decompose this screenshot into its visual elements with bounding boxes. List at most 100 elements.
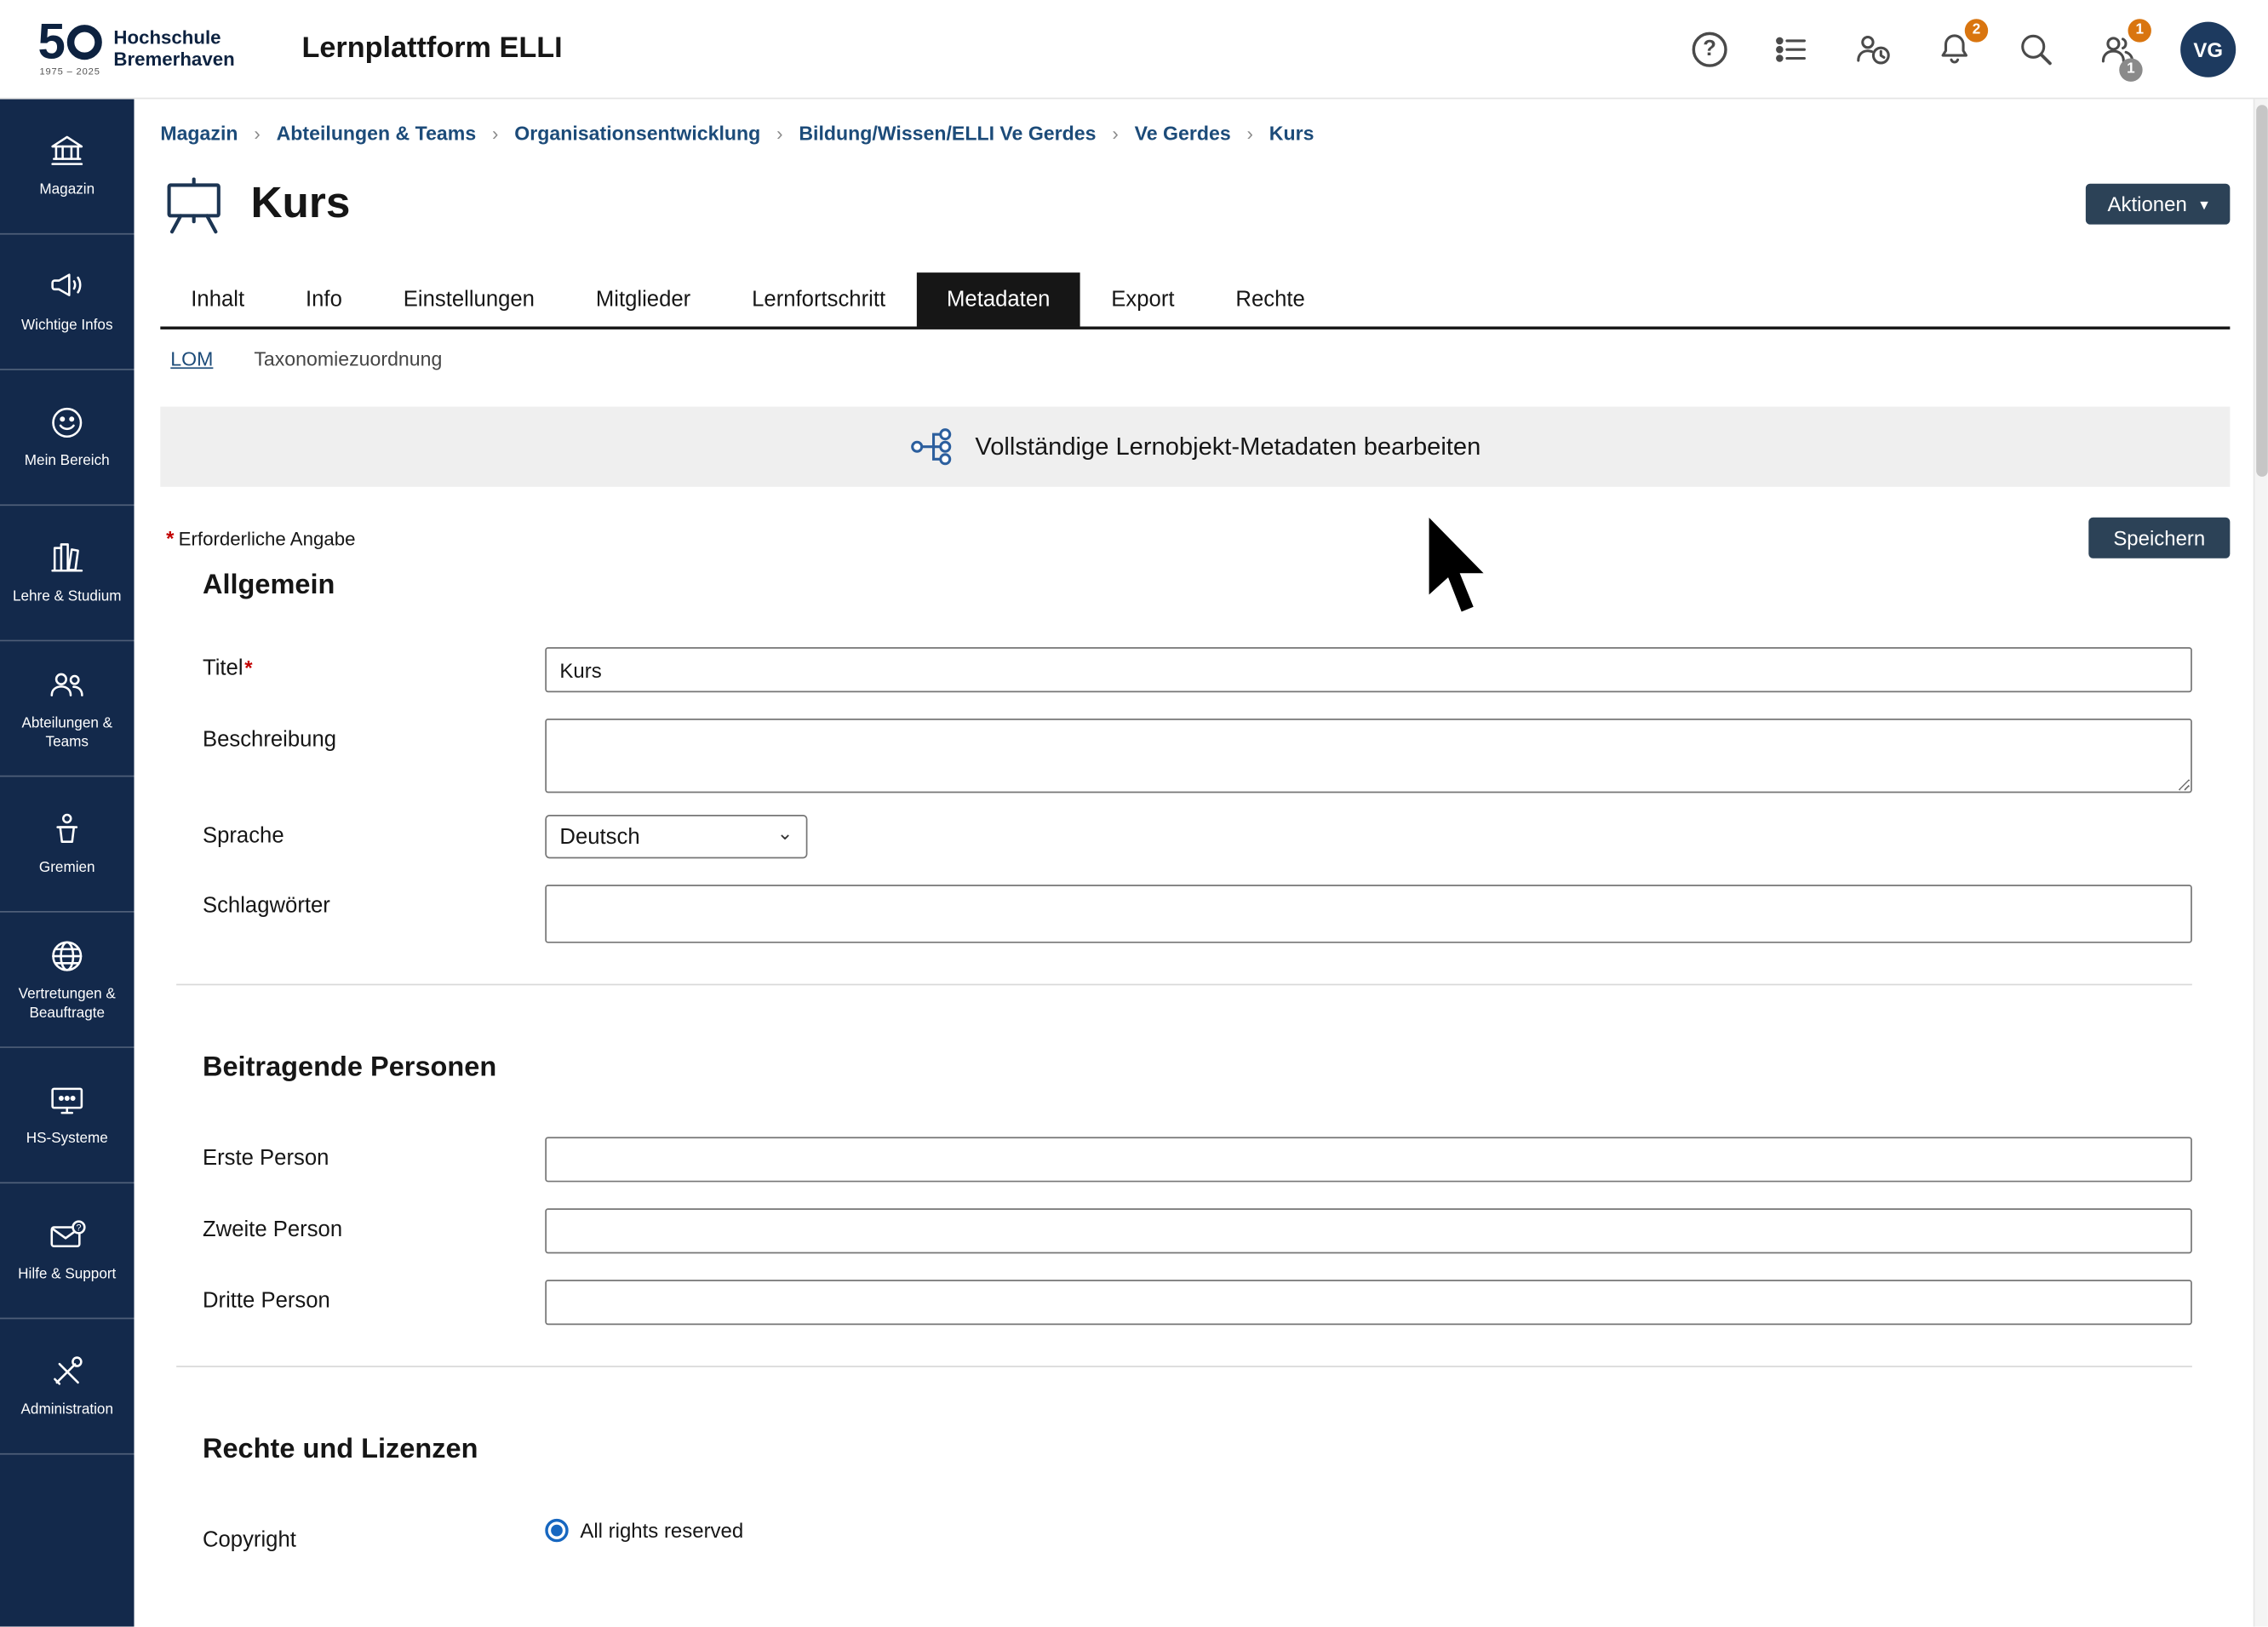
full-metadata-banner[interactable]: Vollständige Lernobjekt-Metadaten bearbe… bbox=[160, 407, 2230, 487]
form-row-erste-person: Erste Person bbox=[203, 1137, 2192, 1182]
zweite-person-input[interactable] bbox=[545, 1208, 2192, 1253]
university-logo[interactable]: 5 1975 – 2025 Hochschule Bremerhaven bbox=[38, 20, 235, 77]
vertical-scrollbar[interactable] bbox=[2254, 99, 2268, 1626]
sidebar-item-label: Magazin bbox=[39, 180, 94, 199]
subtab-lom[interactable]: LOM bbox=[170, 348, 213, 370]
save-button[interactable]: Speichern bbox=[2088, 518, 2230, 559]
notification-badge: 2 bbox=[1965, 18, 1988, 41]
sidebar-item-mein-bereich[interactable]: Mein Bereich bbox=[0, 370, 135, 506]
breadcrumb: Magazin › Abteilungen & Teams › Organisa… bbox=[160, 123, 2230, 145]
chevron-right-icon: › bbox=[1247, 123, 1253, 145]
schlagwoerter-label: Schlagwörter bbox=[203, 885, 545, 918]
sidebar-item-vertretungen[interactable]: Vertretungen & Beauftragte bbox=[0, 913, 135, 1048]
sidebar-item-label: Hilfe & Support bbox=[18, 1265, 116, 1284]
sprache-select[interactable]: Deutsch ⌄ bbox=[545, 815, 807, 858]
required-asterisk: * bbox=[166, 526, 174, 549]
header-icon-bar: ? 2 bbox=[1691, 21, 2236, 77]
tab-inhalt[interactable]: Inhalt bbox=[160, 272, 275, 326]
breadcrumb-link[interactable]: Abteilungen & Teams bbox=[277, 123, 477, 145]
metadata-form: Allgemein Titel* Beschreibung Sprache bbox=[160, 570, 2230, 1552]
online-badge-top: 1 bbox=[2128, 18, 2151, 41]
sidebar-item-magazin[interactable]: Magazin bbox=[0, 99, 135, 234]
user-clock-icon[interactable] bbox=[1854, 30, 1893, 68]
breadcrumb-link[interactable]: Ve Gerdes bbox=[1135, 123, 1231, 145]
sidebar-item-gremien[interactable]: Gremien bbox=[0, 776, 135, 912]
full-metadata-link: Vollständige Lernobjekt-Metadaten bearbe… bbox=[975, 433, 1480, 461]
page-title-row: Kurs Aktionen ▾ bbox=[160, 174, 2230, 235]
people-icon bbox=[48, 666, 86, 704]
titel-label: Titel* bbox=[203, 647, 545, 680]
chevron-right-icon: › bbox=[1112, 123, 1118, 145]
tab-einstellungen[interactable]: Einstellungen bbox=[373, 272, 565, 326]
chevron-right-icon: › bbox=[776, 123, 782, 145]
sidebar-item-label: Gremien bbox=[39, 858, 95, 877]
form-row-beschreibung: Beschreibung bbox=[203, 719, 2192, 800]
online-users-icon[interactable]: 1 1 bbox=[2099, 30, 2137, 68]
sidebar-item-hs-systeme[interactable]: HS-Systeme bbox=[0, 1048, 135, 1183]
sprache-label: Sprache bbox=[203, 815, 545, 848]
form-row-zweite-person: Zweite Person bbox=[203, 1208, 2192, 1253]
required-note-row: * Erforderliche Angabe Speichern bbox=[160, 518, 2230, 559]
app-window: 5 1975 – 2025 Hochschule Bremerhaven Ler… bbox=[0, 0, 2268, 1627]
tab-rechte[interactable]: Rechte bbox=[1205, 272, 1335, 326]
help-icon[interactable]: ? bbox=[1691, 30, 1729, 68]
caret-down-icon: ▾ bbox=[2200, 195, 2208, 214]
logo-zero-ring bbox=[67, 25, 102, 60]
actions-button[interactable]: Aktionen ▾ bbox=[2086, 184, 2231, 225]
tab-bar: Inhalt Info Einstellungen Mitglieder Ler… bbox=[160, 272, 2230, 329]
app-title: Lernplattform ELLI bbox=[301, 32, 562, 66]
svg-text:?: ? bbox=[76, 1223, 81, 1233]
logo-text: Hochschule Bremerhaven bbox=[113, 27, 234, 70]
required-asterisk: * bbox=[244, 656, 252, 679]
globe-icon bbox=[48, 937, 86, 975]
subtab-taxonomiezuordnung[interactable]: Taxonomiezuordnung bbox=[254, 348, 442, 370]
section-divider bbox=[176, 1366, 2192, 1367]
breadcrumb-link[interactable]: Organisationsentwicklung bbox=[514, 123, 760, 145]
beschreibung-textarea[interactable] bbox=[545, 719, 2192, 793]
section-heading-beitragende: Beitragende Personen bbox=[203, 1052, 2192, 1085]
sidebar-item-wichtige-infos[interactable]: Wichtige Infos bbox=[0, 235, 135, 370]
sidebar-item-label: Lehre & Studium bbox=[13, 587, 122, 606]
bell-icon[interactable]: 2 bbox=[1936, 30, 1974, 68]
sprache-selected-value: Deutsch bbox=[559, 824, 639, 849]
sidebar-item-label: Administration bbox=[21, 1401, 113, 1419]
breadcrumb-link[interactable]: Kurs bbox=[1269, 123, 1314, 145]
tab-export[interactable]: Export bbox=[1080, 272, 1205, 326]
dritte-person-input[interactable] bbox=[545, 1280, 2192, 1325]
online-badge-bottom: 1 bbox=[2119, 58, 2142, 81]
scrollbar-thumb[interactable] bbox=[2256, 105, 2268, 477]
tab-info[interactable]: Info bbox=[275, 272, 373, 326]
sidebar-item-abteilungen-teams[interactable]: Abteilungen & Teams bbox=[0, 641, 135, 776]
logo-five: 5 bbox=[38, 20, 66, 64]
sidebar-item-label: Wichtige Infos bbox=[21, 317, 113, 335]
tab-lernfortschritt[interactable]: Lernfortschritt bbox=[721, 272, 916, 326]
sidebar-item-lehre-studium[interactable]: Lehre & Studium bbox=[0, 506, 135, 641]
copyright-option-label: All rights reserved bbox=[580, 1519, 743, 1542]
megaphone-icon bbox=[48, 268, 86, 306]
logo-50-mark: 5 1975 – 2025 bbox=[38, 20, 102, 77]
form-row-copyright: Copyright All rights reserved bbox=[203, 1519, 2192, 1552]
sidebar-item-administration[interactable]: Administration bbox=[0, 1319, 135, 1454]
breadcrumb-link[interactable]: Bildung/Wissen/ELLI Ve Gerdes bbox=[799, 123, 1096, 145]
search-icon[interactable] bbox=[2017, 30, 2055, 68]
podium-icon bbox=[48, 811, 86, 849]
user-avatar[interactable]: VG bbox=[2180, 21, 2236, 77]
course-board-icon bbox=[160, 174, 227, 235]
tab-metadaten[interactable]: Metadaten bbox=[916, 272, 1080, 326]
sidebar-item-label: Vertretungen & Beauftragte bbox=[4, 984, 129, 1023]
copyright-radio[interactable] bbox=[545, 1519, 568, 1542]
list-icon[interactable] bbox=[1773, 30, 1811, 68]
tab-mitglieder[interactable]: Mitglieder bbox=[565, 272, 721, 326]
question-mark-icon: ? bbox=[1692, 32, 1727, 66]
monitor-icon bbox=[48, 1081, 86, 1120]
erste-person-label: Erste Person bbox=[203, 1137, 545, 1170]
erste-person-input[interactable] bbox=[545, 1137, 2192, 1182]
schlagwoerter-input[interactable] bbox=[545, 885, 2192, 942]
chevron-down-icon: ⌄ bbox=[777, 822, 793, 845]
titel-input[interactable] bbox=[545, 647, 2192, 692]
section-divider bbox=[176, 984, 2192, 986]
sidebar-item-hilfe-support[interactable]: ? Hilfe & Support bbox=[0, 1183, 135, 1319]
section-heading-rechte: Rechte und Lizenzen bbox=[203, 1435, 2192, 1467]
breadcrumb-link[interactable]: Magazin bbox=[160, 123, 238, 145]
chevron-right-icon: › bbox=[492, 123, 498, 145]
